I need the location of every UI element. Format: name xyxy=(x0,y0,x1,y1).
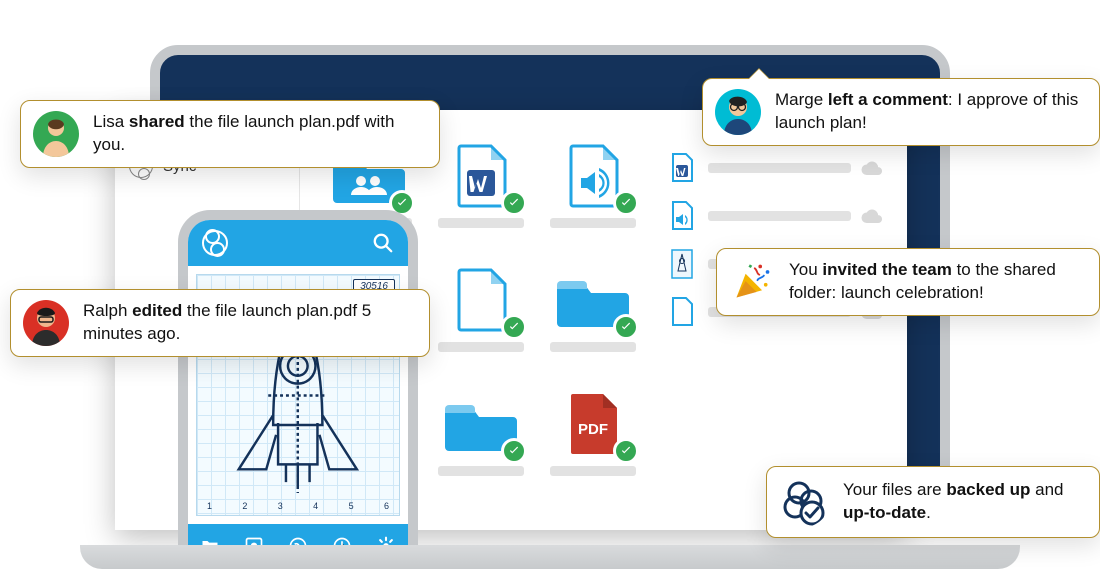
phone-header xyxy=(188,220,408,266)
tile-word-doc[interactable] xyxy=(432,142,530,252)
list-item[interactable] xyxy=(662,192,887,240)
filename-placeholder xyxy=(550,466,636,476)
blueprint-axis: 1 2 3 4 5 6 xyxy=(207,501,389,511)
notification-lisa-shared[interactable]: Lisa shared the file launch plan.pdf wit… xyxy=(20,100,440,168)
phone-logo-icon xyxy=(202,230,228,256)
filename-placeholder xyxy=(708,211,851,221)
audio-mini-icon xyxy=(666,200,698,232)
tile-empty-doc[interactable] xyxy=(432,266,530,376)
synced-badge-icon xyxy=(613,314,639,340)
file-list-panel xyxy=(662,142,887,520)
filename-placeholder xyxy=(550,218,636,228)
filename-placeholder xyxy=(708,163,851,173)
avatar-lisa xyxy=(33,111,79,157)
callout-pointer-icon xyxy=(749,59,769,79)
tile-folder[interactable] xyxy=(544,266,642,376)
synced-badge-icon xyxy=(613,190,639,216)
audio-file-icon xyxy=(567,144,619,208)
cloud-icon xyxy=(861,209,883,223)
sync-verified-icon xyxy=(779,477,829,527)
document-icon xyxy=(455,268,507,332)
tile-audio-file[interactable] xyxy=(544,142,642,252)
party-popper-icon xyxy=(729,259,775,305)
synced-badge-icon xyxy=(501,314,527,340)
list-item[interactable] xyxy=(662,144,887,192)
filename-placeholder xyxy=(550,342,636,352)
doc-mini-icon xyxy=(666,296,698,328)
word-doc-icon xyxy=(455,144,507,208)
synced-badge-icon xyxy=(501,438,527,464)
filename-placeholder xyxy=(438,342,524,352)
svg-text:PDF: PDF xyxy=(578,421,608,438)
synced-badge-icon xyxy=(501,190,527,216)
phone-frame: 30516 1 2 3 4 5 6 xyxy=(178,210,418,568)
cloud-icon xyxy=(861,161,883,175)
notification-backup-status[interactable]: Your files are backed up and up-to-date. xyxy=(766,466,1100,538)
blueprint-mini-icon xyxy=(666,248,698,280)
notification-text: You invited the team to the shared folde… xyxy=(789,259,1083,305)
tile-pdf-doc[interactable]: PDF xyxy=(544,390,642,500)
notification-invited-team[interactable]: You invited the team to the shared folde… xyxy=(716,248,1100,316)
tile-folder-2[interactable] xyxy=(432,390,530,500)
synced-badge-icon xyxy=(613,438,639,464)
laptop-base xyxy=(80,545,1020,569)
notification-text: Your files are backed up and up-to-date. xyxy=(843,479,1083,525)
avatar-ralph xyxy=(23,300,69,346)
filename-placeholder xyxy=(438,218,524,228)
search-icon[interactable] xyxy=(372,232,394,254)
notification-text: Lisa shared the file launch plan.pdf wit… xyxy=(93,111,423,157)
notification-marge-comment[interactable]: Marge left a comment: I approve of this … xyxy=(702,78,1100,146)
word-mini-icon xyxy=(666,152,698,184)
filename-placeholder xyxy=(438,466,524,476)
pdf-doc-icon: PDF xyxy=(567,392,619,456)
notification-ralph-edited[interactable]: Ralph edited the file launch plan.pdf 5 … xyxy=(10,289,430,357)
notification-text: Ralph edited the file launch plan.pdf 5 … xyxy=(83,300,413,346)
avatar-marge xyxy=(715,89,761,135)
notification-text: Marge left a comment: I approve of this … xyxy=(775,89,1083,135)
